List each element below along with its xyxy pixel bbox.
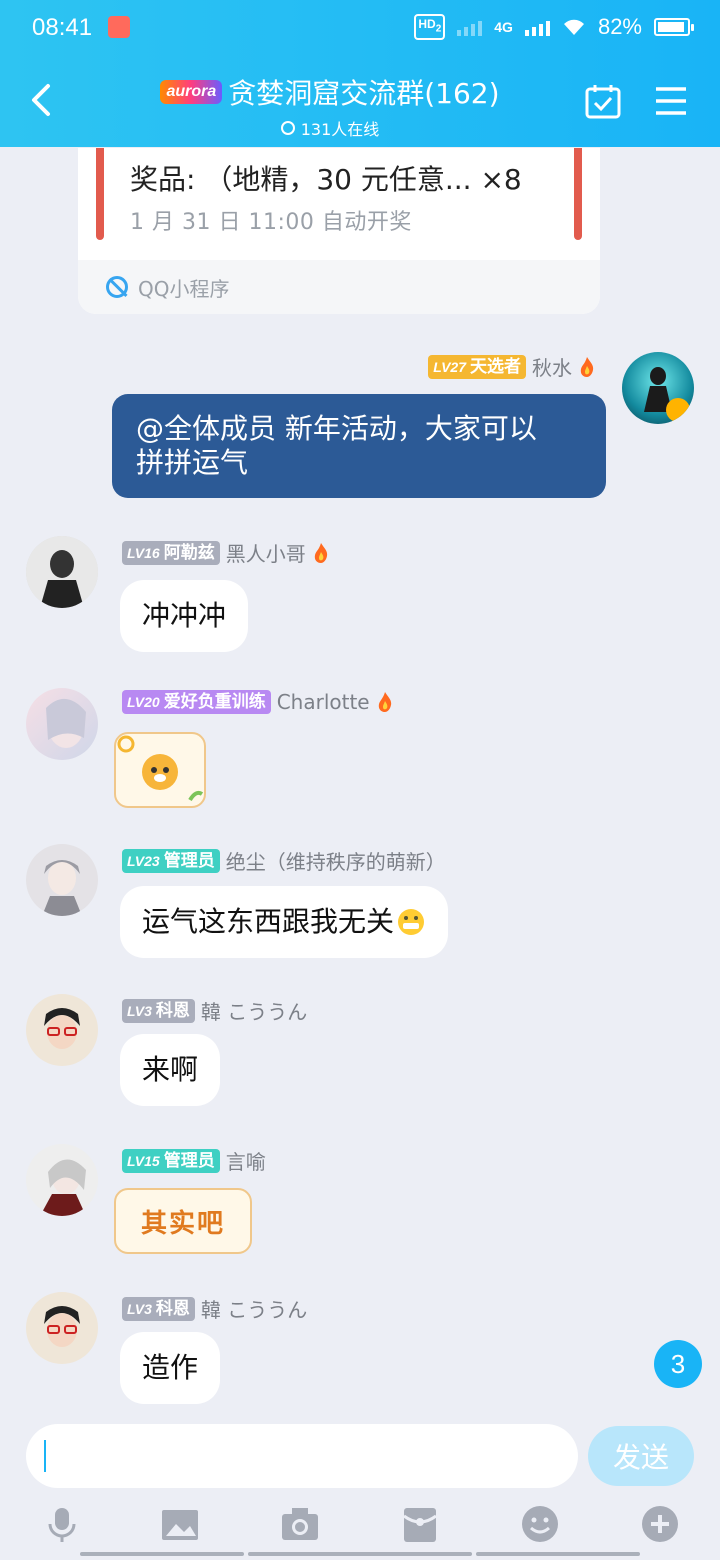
level-badge: LV16 阿勒兹 <box>122 540 220 565</box>
level-badge: LV27 天选者 <box>428 354 526 379</box>
level-badge: LV23 管理员 <box>122 848 220 873</box>
avatar[interactable] <box>26 688 98 760</box>
avatar[interactable] <box>26 536 98 608</box>
sender-meta: LV27 天选者 秋水 <box>428 352 596 381</box>
avatar[interactable] <box>26 1144 98 1216</box>
message-own: LV27 天选者 秋水 @全体成员 新年活动，大家可以 拼拼运气 <box>0 334 720 504</box>
avatar[interactable] <box>26 994 98 1066</box>
message-bubble[interactable]: 来啊 <box>120 1034 221 1106</box>
online-count: 131人在线 <box>130 116 530 140</box>
sender-name: 韓 こううん <box>200 1298 308 1322</box>
sticker-message[interactable] <box>114 732 206 808</box>
prize-text: 奖品: （地精，30 元任意... ×8 <box>130 163 522 196</box>
card-decor-right <box>574 148 582 240</box>
sender-name: 言喻 <box>225 1150 266 1174</box>
message: LV3 科恩 韓 こううん 造作 <box>0 1292 720 1408</box>
gesture-bar-center <box>248 1552 472 1556</box>
level-badge: LV20 爱好负重训练 <box>122 690 271 714</box>
input-toolbar <box>0 1496 720 1560</box>
fire-icon <box>378 692 391 712</box>
status-time: 08:41 <box>32 14 93 41</box>
avatar[interactable] <box>26 1292 98 1364</box>
emoji-icon <box>398 909 425 935</box>
sender-meta: LV15 管理员 言喻 <box>122 1146 266 1175</box>
fire-icon <box>580 356 594 377</box>
status-bar: 08:41 HD2 4G 82% <box>0 0 720 58</box>
level-badge: LV3 科恩 <box>122 998 195 1023</box>
hd-voice-icon: HD2 <box>414 14 446 40</box>
chat-header: 08:41 HD2 4G 82% aurora 贪婪洞窟交流群(162) 131… <box>0 0 720 147</box>
message-bubble[interactable]: 运气这东西跟我无关 <box>120 886 449 958</box>
mini-program-icon <box>106 276 128 298</box>
text-caret <box>44 1440 46 1472</box>
microphone-icon[interactable] <box>42 1504 82 1544</box>
message: LV16 阿勒兹 黑人小哥 冲冲冲 <box>0 536 720 660</box>
plus-icon[interactable] <box>640 1504 680 1544</box>
group-brand-logo: aurora <box>160 80 223 104</box>
sender-name: 秋水 <box>532 356 572 380</box>
sender-name: 黑人小哥 <box>225 542 306 566</box>
chat-title-block[interactable]: aurora 贪婪洞窟交流群(162) 131人在线 <box>130 72 530 140</box>
signal-sim1-icon <box>457 18 483 36</box>
sender-meta: LV23 管理员 绝尘（维持秩序的萌新） <box>122 846 446 875</box>
send-button[interactable]: 发送 <box>588 1426 694 1486</box>
message-input-row: 发送 <box>0 1420 720 1494</box>
fire-icon <box>314 542 327 563</box>
network-type: 4G <box>494 19 513 35</box>
avatar[interactable] <box>26 844 98 916</box>
wifi-icon <box>563 19 584 35</box>
mini-program-card[interactable]: 奖品: （地精，30 元任意... ×8 1 月 31 日 11:00 自动开奖… <box>78 148 600 314</box>
message: LV15 管理员 言喻 其实吧 <box>0 1144 720 1264</box>
red-packet-icon[interactable] <box>400 1504 440 1544</box>
calendar-check-icon[interactable] <box>584 82 622 120</box>
message: LV20 爱好负重训练 Charlotte <box>0 688 720 818</box>
menu-icon[interactable] <box>652 82 690 120</box>
sender-name: 韓 こううん <box>200 1000 308 1024</box>
sender-meta: LV20 爱好负重训练 Charlotte <box>122 690 394 714</box>
sender-meta: LV3 科恩 韓 こううん <box>122 1294 307 1323</box>
chat-title: 贪婪洞窟交流群(162) <box>228 77 500 110</box>
sender-name: Charlotte <box>276 690 370 714</box>
back-button[interactable] <box>22 80 62 120</box>
sticker-message[interactable]: 其实吧 <box>114 1188 252 1254</box>
message: LV23 管理员 绝尘（维持秩序的萌新） 运气这东西跟我无关 <box>0 844 720 964</box>
draw-time: 1 月 31 日 11:00 自动开奖 <box>130 210 412 235</box>
image-icon[interactable] <box>160 1504 200 1544</box>
card-decor-left <box>96 148 104 240</box>
battery-icon <box>654 18 694 36</box>
gesture-bar-right <box>476 1552 640 1556</box>
level-badge: LV15 管理员 <box>122 1148 220 1173</box>
unread-count-badge[interactable]: 3 <box>654 1340 702 1388</box>
camera-icon[interactable] <box>280 1504 320 1544</box>
message-bubble[interactable]: 冲冲冲 <box>120 580 249 652</box>
online-icon <box>280 121 295 135</box>
sender-meta: LV16 阿勒兹 黑人小哥 <box>122 538 330 567</box>
notification-app-icon <box>108 16 130 38</box>
message-bubble[interactable]: @全体成员 新年活动，大家可以 拼拼运气 <box>112 394 606 498</box>
message: LV3 科恩 韓 こううん 来啊 <box>0 994 720 1110</box>
avatar[interactable] <box>622 352 694 424</box>
emoji-icon[interactable] <box>520 1504 560 1544</box>
message-input[interactable] <box>26 1424 578 1488</box>
battery-percent: 82% <box>597 14 642 39</box>
level-badge: LV3 科恩 <box>122 1296 195 1321</box>
mini-program-source: QQ小程序 <box>78 260 600 314</box>
sender-name: 绝尘（维持秩序的萌新） <box>225 850 446 874</box>
message-bubble[interactable]: 造作 <box>120 1332 221 1404</box>
signal-sim2-icon <box>524 18 550 36</box>
gesture-bar-left <box>80 1552 244 1556</box>
sender-meta: LV3 科恩 韓 こううん <box>122 996 307 1025</box>
